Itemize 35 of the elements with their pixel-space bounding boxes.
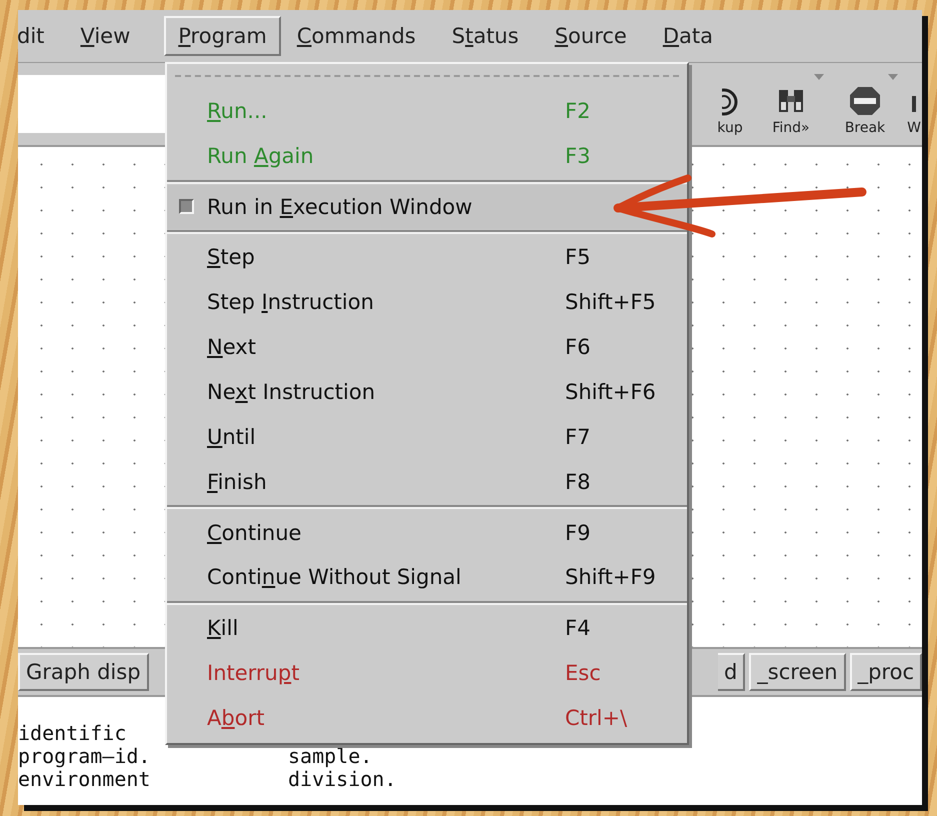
argument-field[interactable] (18, 75, 165, 133)
toolbar-button[interactable]: W (906, 72, 922, 136)
menu-item[interactable]: Step Instruction Shift+F5 (167, 280, 687, 325)
toolbar-button[interactable]: kup (710, 72, 750, 136)
menu-title[interactable]: Program (164, 16, 281, 56)
menu-title[interactable]: dit (18, 16, 46, 56)
menu-item[interactable]: Finish F8 (167, 459, 687, 504)
source-text: identific (18, 722, 126, 745)
source-text: division. (288, 768, 396, 791)
command-button[interactable]: d (718, 653, 746, 691)
source-text: program–id. (18, 745, 150, 768)
menu-item[interactable]: Continue Without Signal Shift+F9 (167, 555, 687, 600)
command-button[interactable]: _screen (749, 653, 846, 691)
source-text: sample. (288, 745, 372, 768)
menu-item[interactable]: Until F7 (167, 414, 687, 460)
menu-item[interactable]: Next Instruction Shift+F6 (167, 369, 687, 414)
target-icon (722, 88, 738, 116)
command-button[interactable]: Graph disp (18, 653, 149, 691)
menu-title[interactable]: Data (660, 16, 715, 56)
stop-sign-icon (849, 86, 881, 116)
menu-title[interactable]: Commands (294, 16, 418, 56)
menu-item[interactable]: Continue F9 (167, 510, 687, 556)
menu-item[interactable]: Next F6 (167, 324, 687, 370)
menu-item[interactable]: Kill F4 (167, 606, 687, 651)
command-button[interactable]: _proc (850, 653, 922, 691)
menu-item[interactable]: Abort Ctrl+\ (167, 696, 687, 741)
menu-item[interactable]: Run in Execution Window (167, 184, 687, 229)
menu-item[interactable]: Interrupt Esc (167, 650, 687, 696)
toolbar-button[interactable]: Break (832, 72, 898, 136)
toolbar-button[interactable]: Find» (758, 72, 824, 136)
menu-item[interactable]: Step F5 (167, 234, 687, 280)
source-text: environment (18, 768, 150, 791)
menu-title[interactable]: Status (450, 16, 521, 56)
menu-title[interactable]: View (78, 16, 132, 56)
menu-title[interactable]: Source (552, 16, 629, 56)
